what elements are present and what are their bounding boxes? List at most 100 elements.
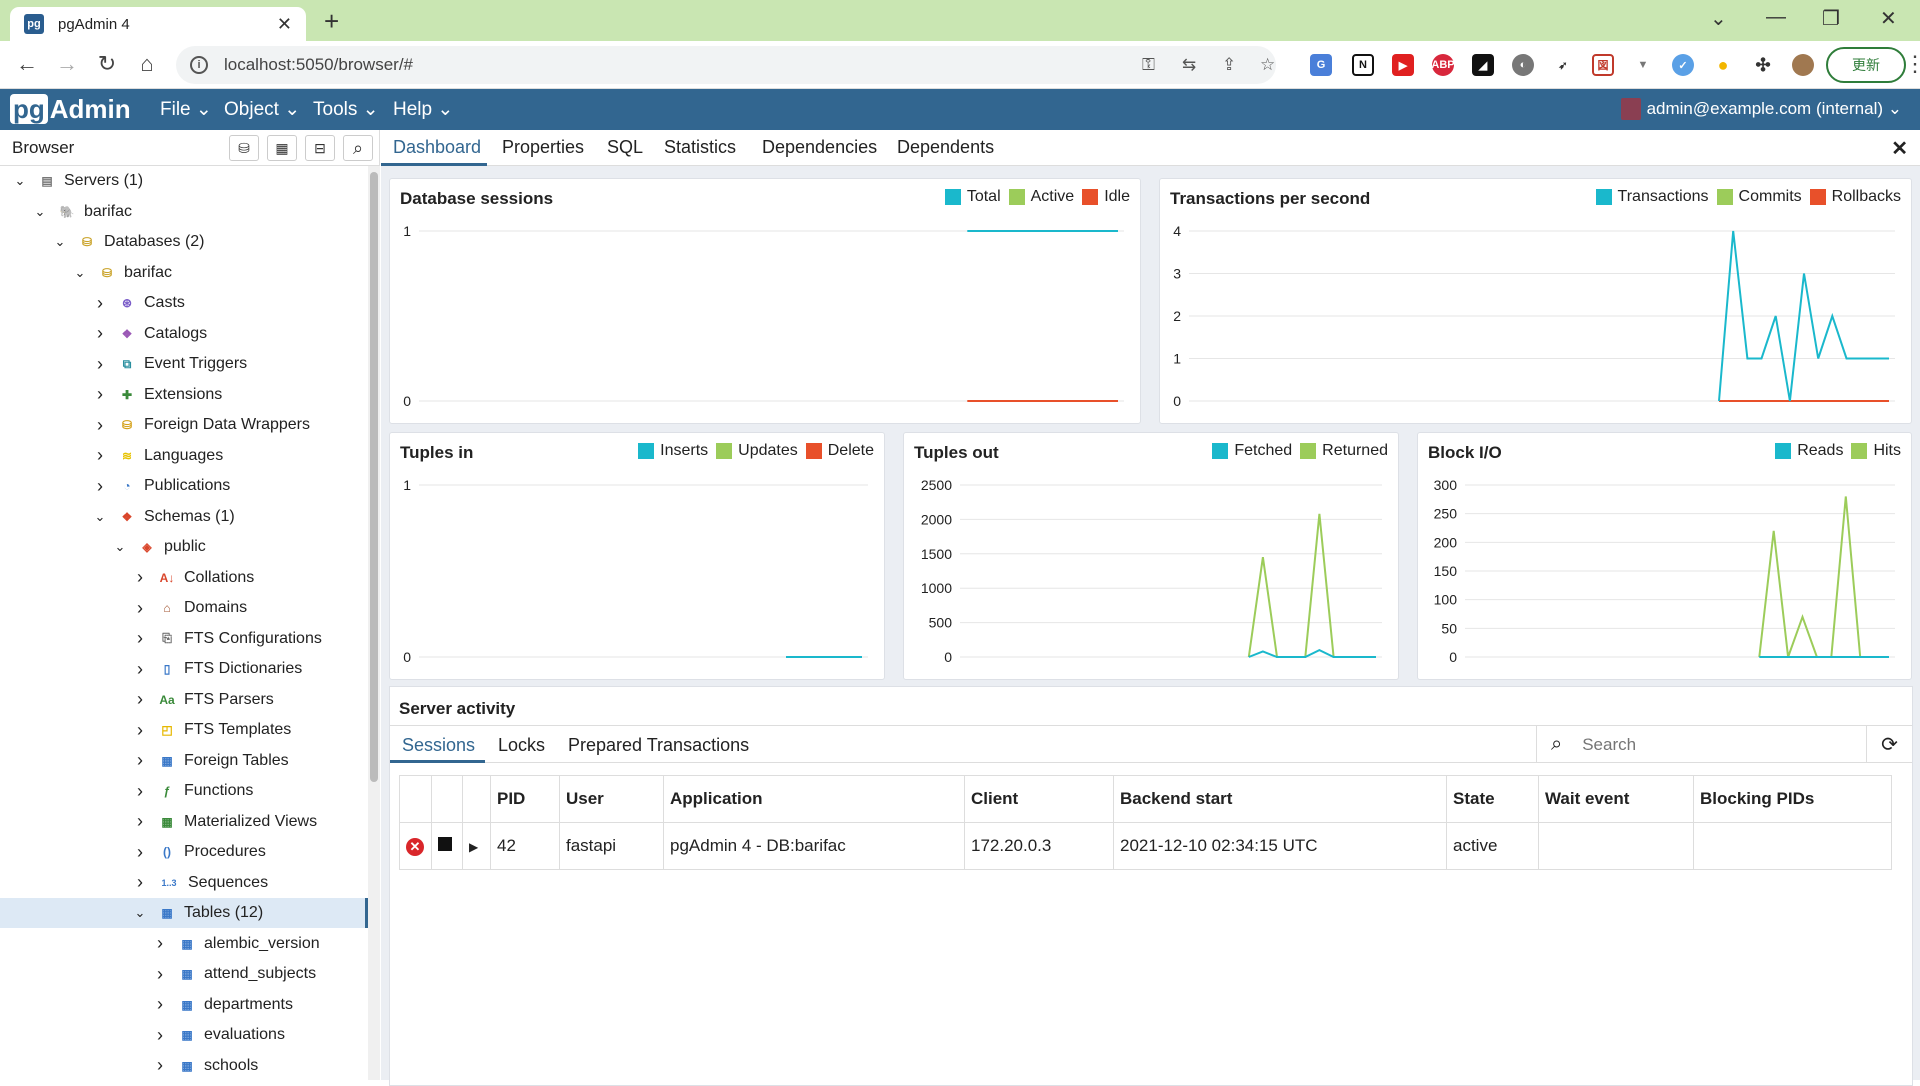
tab-dependents[interactable]: Dependents: [897, 137, 994, 158]
expand-chevron-icon[interactable]: ›: [132, 659, 148, 680]
expand-chevron-icon[interactable]: ›: [152, 1025, 168, 1046]
expand-chevron-icon[interactable]: ›: [152, 994, 168, 1015]
activity-search-input[interactable]: [1582, 734, 1823, 755]
tree-item[interactable]: › Aa FTS Parsers: [0, 685, 274, 715]
header-blocking-pids[interactable]: Blocking PIDs: [1693, 775, 1892, 823]
tab-prepared-transactions[interactable]: Prepared Transactions: [568, 735, 749, 756]
pgadmin-logo[interactable]: pg Admin: [10, 93, 131, 125]
url-field[interactable]: i localhost:5050/browser/# ⚿ ⇆ ⇪ ☆: [176, 46, 1276, 84]
header-backend-start[interactable]: Backend start: [1113, 775, 1447, 823]
vue-ext-icon[interactable]: ▼: [1632, 54, 1654, 76]
collapse-chevron-icon[interactable]: ⌄: [12, 173, 28, 189]
tree-item[interactable]: › ▯ FTS Dictionaries: [0, 654, 302, 684]
header-wait-event[interactable]: Wait event: [1538, 775, 1694, 823]
expand-chevron-icon[interactable]: ›: [132, 598, 148, 619]
collapse-chevron-icon[interactable]: ⌄: [52, 234, 68, 250]
menu-tools[interactable]: Tools ⌄: [313, 98, 379, 121]
expand-chevron-icon[interactable]: ›: [92, 323, 108, 344]
expand-chevron-icon[interactable]: ›: [132, 781, 148, 802]
tab-sessions[interactable]: Sessions: [402, 735, 475, 756]
collapse-chevron-icon[interactable]: ⌄: [112, 539, 128, 555]
expand-chevron-icon[interactable]: ›: [132, 567, 148, 588]
expand-row-icon[interactable]: ▶: [469, 840, 478, 854]
tree-item[interactable]: › () Procedures: [0, 837, 266, 867]
cancel-query-icon[interactable]: [438, 837, 452, 851]
check-ext-icon[interactable]: ✓: [1672, 54, 1694, 76]
tree-item[interactable]: › ⊛ Casts: [0, 288, 185, 318]
tree-item[interactable]: › ▦ Foreign Tables: [0, 746, 289, 776]
translate-icon[interactable]: ⇆: [1182, 55, 1196, 75]
tree-item[interactable]: ⌄ ◈ public: [0, 532, 206, 562]
expand-chevron-icon[interactable]: ›: [132, 842, 148, 863]
tree-item[interactable]: ⌄ ⛁ barifac: [0, 258, 172, 288]
expand-chevron-icon[interactable]: ›: [132, 750, 148, 771]
menu-object[interactable]: Object ⌄: [224, 98, 300, 121]
query-tool-icon[interactable]: ⛁: [229, 135, 259, 161]
tree-item[interactable]: › ▦ evaluations: [0, 1020, 285, 1050]
expand-chevron-icon[interactable]: ›: [92, 354, 108, 375]
reload-icon[interactable]: ↻: [92, 51, 122, 77]
tab-search-icon[interactable]: ⌄: [1710, 6, 1727, 31]
close-tab-icon[interactable]: ✕: [277, 14, 292, 35]
tree-item[interactable]: ⌄ 🐘 barifac: [0, 197, 132, 227]
collapse-chevron-icon[interactable]: ⌄: [92, 509, 108, 525]
forward-icon[interactable]: →: [52, 51, 82, 77]
activity-search[interactable]: ⌕: [1536, 726, 1866, 763]
back-icon[interactable]: ←: [12, 51, 42, 77]
collapse-chevron-icon[interactable]: ⌄: [132, 905, 148, 921]
tab-sql[interactable]: SQL: [607, 137, 643, 158]
tree-item[interactable]: ⌄ ▤ Servers (1): [0, 166, 144, 196]
filtered-rows-icon[interactable]: ⊟: [305, 135, 335, 161]
tree-item[interactable]: › ▦ departments: [0, 990, 293, 1020]
update-button[interactable]: 更新: [1826, 47, 1906, 83]
translate-ext-icon[interactable]: G: [1310, 54, 1332, 76]
bookmark-star-icon[interactable]: ☆: [1260, 55, 1275, 75]
browser-tab[interactable]: pg pgAdmin 4 ✕: [10, 7, 306, 41]
tree-item[interactable]: › A↓ Collations: [0, 563, 254, 593]
menu-file[interactable]: File ⌄: [160, 98, 212, 121]
tab-statistics[interactable]: Statistics: [664, 137, 736, 158]
profile-avatar-icon[interactable]: [1792, 54, 1814, 76]
terminate-session-icon[interactable]: ✕: [406, 838, 424, 856]
tree-item[interactable]: › ▦ Materialized Views: [0, 807, 317, 837]
bird-ext-icon[interactable]: ➶: [1552, 54, 1574, 76]
expand-chevron-icon[interactable]: ›: [132, 811, 148, 832]
tree-item[interactable]: › ▦ alembic_version: [0, 929, 320, 959]
tab-dependencies[interactable]: Dependencies: [762, 137, 877, 158]
scrollbar-thumb[interactable]: [370, 172, 378, 782]
header-state[interactable]: State: [1446, 775, 1539, 823]
header-application[interactable]: Application: [663, 775, 965, 823]
view-data-icon[interactable]: ▦: [267, 135, 297, 161]
tree-item[interactable]: › ◔ Publications: [0, 471, 230, 501]
grey-ext-icon[interactable]: ◐: [1512, 54, 1534, 76]
expand-chevron-icon[interactable]: ›: [92, 445, 108, 466]
new-tab-icon[interactable]: +: [324, 6, 339, 37]
collapse-chevron-icon[interactable]: ⌄: [32, 204, 48, 220]
tree-item[interactable]: › ƒ Functions: [0, 776, 253, 806]
header-client[interactable]: Client: [964, 775, 1114, 823]
maximize-icon[interactable]: ❐: [1822, 6, 1840, 31]
tree-item[interactable]: › ✚ Extensions: [0, 380, 222, 410]
tree-item[interactable]: › ⧉ Event Triggers: [0, 349, 247, 379]
site-info-icon[interactable]: i: [190, 56, 208, 74]
expand-chevron-icon[interactable]: ›: [92, 293, 108, 314]
tree-scrollbar[interactable]: [368, 166, 380, 1080]
tree-item[interactable]: › ◰ FTS Templates: [0, 715, 291, 745]
expand-chevron-icon[interactable]: ›: [152, 964, 168, 985]
close-panel-icon[interactable]: ✕: [1891, 136, 1908, 161]
header-pid[interactable]: PID: [490, 775, 560, 823]
dark-ext-icon[interactable]: ◢: [1472, 54, 1494, 76]
home-icon[interactable]: ⌂: [132, 51, 162, 77]
minimize-icon[interactable]: —: [1766, 6, 1786, 29]
video-ext-icon[interactable]: ▶: [1392, 54, 1414, 76]
tree-item[interactable]: ⌄ ❖ Schemas (1): [0, 502, 235, 532]
tree-item[interactable]: ⌄ ⛁ Databases (2): [0, 227, 205, 257]
tab-dashboard[interactable]: Dashboard: [393, 137, 481, 158]
refresh-icon[interactable]: ⟳: [1866, 726, 1912, 763]
tree-item[interactable]: › ❖ Catalogs: [0, 319, 207, 349]
header-user[interactable]: User: [559, 775, 664, 823]
tree-item[interactable]: › ≋ Languages: [0, 441, 223, 471]
user-menu[interactable]: admin@example.com (internal) ⌄: [1620, 98, 1902, 120]
tree-item[interactable]: ⌄ ▦ Tables (12): [0, 898, 368, 928]
tree-item[interactable]: › ⛁ Foreign Data Wrappers: [0, 410, 310, 440]
